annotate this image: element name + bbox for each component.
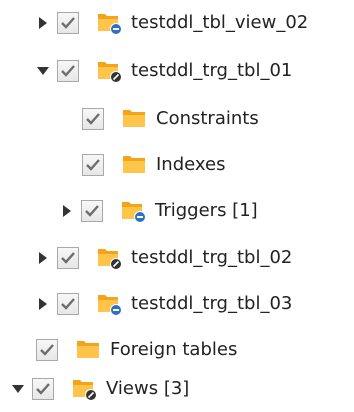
tree-item-checkbox[interactable]: [57, 247, 79, 269]
tree-item[interactable]: Triggers [1]: [59, 188, 258, 234]
tree-item-label: testddl_tbl_view_02: [131, 12, 309, 33]
tree-item-label: Views [3]: [106, 378, 190, 399]
tree-item-checkbox[interactable]: [32, 378, 54, 400]
checkmark-icon: [61, 17, 75, 29]
checkmark-icon: [36, 383, 50, 395]
tree-item[interactable]: Constraints: [82, 96, 259, 142]
folder-blue-badge-icon: [121, 199, 147, 223]
tree-item[interactable]: Views [3]: [10, 366, 189, 412]
folder-dark-badge-icon: [97, 246, 123, 270]
tree-item-checkbox[interactable]: [57, 293, 79, 315]
tree-item-label: testddl_trg_tbl_02: [131, 247, 293, 268]
tree-item-label: Indexes: [156, 154, 226, 175]
tree-item-checkbox[interactable]: [57, 60, 79, 82]
tree-item-checkbox[interactable]: [36, 339, 58, 361]
checkmark-icon: [61, 65, 75, 77]
expand-arrow-icon[interactable]: [35, 13, 51, 33]
object-tree: testddl_tbl_view_02 testddl_trg_tbl_01 C…: [0, 0, 354, 409]
folder-icon: [76, 338, 102, 362]
tree-item-checkbox[interactable]: [57, 12, 79, 34]
tree-item[interactable]: testddl_trg_tbl_02: [35, 235, 292, 281]
folder-dark-badge-icon: [72, 377, 98, 401]
collapse-arrow-icon[interactable]: [10, 379, 26, 399]
collapse-arrow-icon[interactable]: [35, 61, 51, 81]
checkmark-icon: [61, 252, 75, 264]
tree-item-checkbox[interactable]: [82, 108, 104, 130]
expand-arrow-icon[interactable]: [59, 201, 75, 221]
expand-arrow-icon[interactable]: [35, 294, 51, 314]
checkmark-icon: [61, 298, 75, 310]
tree-item-checkbox[interactable]: [81, 200, 103, 222]
tree-item-label: Constraints: [156, 108, 259, 129]
tree-item[interactable]: testddl_tbl_view_02: [35, 0, 308, 46]
expand-arrow-icon[interactable]: [35, 248, 51, 268]
tree-item-label: Triggers [1]: [155, 200, 258, 221]
tree-item-label: Foreign tables: [110, 339, 238, 360]
checkmark-icon: [85, 205, 99, 217]
checkmark-icon: [86, 113, 100, 125]
tree-item-checkbox[interactable]: [82, 154, 104, 176]
checkmark-icon: [40, 344, 54, 356]
tree-item[interactable]: Indexes: [82, 142, 225, 188]
folder-blue-badge-icon: [97, 292, 123, 316]
tree-item[interactable]: testddl_trg_tbl_01: [35, 48, 292, 94]
tree-item-label: testddl_trg_tbl_03: [131, 293, 293, 314]
tree-item-label: testddl_trg_tbl_01: [131, 60, 293, 81]
folder-blue-badge-icon: [97, 11, 123, 35]
folder-icon: [122, 153, 148, 177]
tree-item[interactable]: testddl_trg_tbl_03: [35, 281, 292, 327]
folder-icon: [122, 107, 148, 131]
checkmark-icon: [86, 159, 100, 171]
folder-dark-badge-icon: [97, 59, 123, 83]
